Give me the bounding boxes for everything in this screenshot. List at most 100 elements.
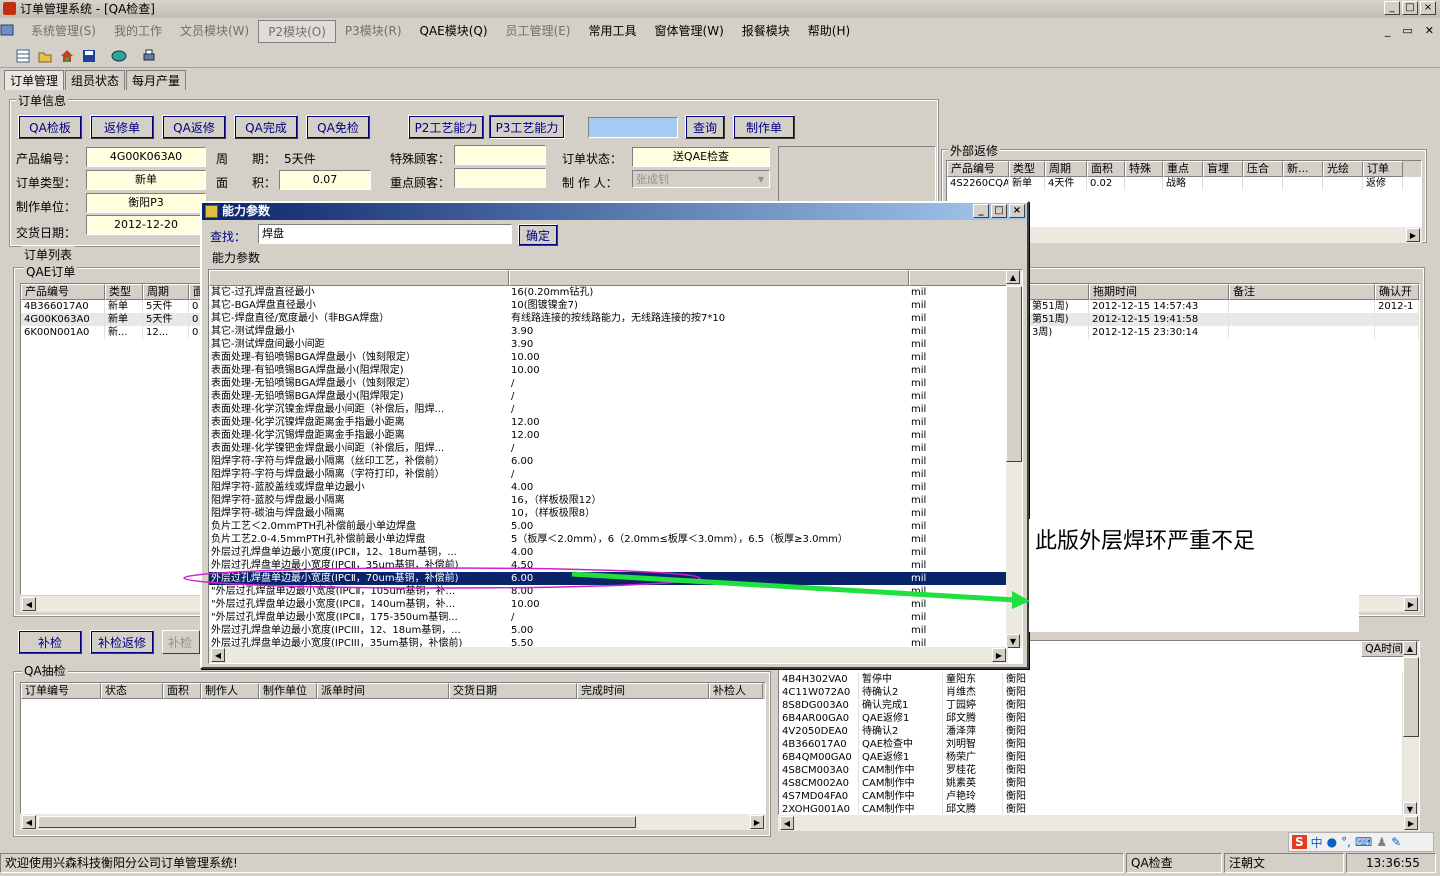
capability-row[interactable]: 其它-测试焊盘间最小间距 3.90 mil: [209, 338, 1022, 351]
qa-sample-col-header[interactable]: 补检人: [709, 683, 763, 699]
recheck-extra-button[interactable]: 补检: [162, 630, 200, 654]
table-row[interactable]: 6K00N001A0 新... 12... 0: [21, 326, 201, 339]
qa-sample-col-header[interactable]: 完成时间: [577, 683, 709, 699]
menu-item-0[interactable]: 系统管理(S): [22, 20, 105, 43]
col-value-header[interactable]: [509, 270, 909, 286]
key-customer-field[interactable]: [454, 168, 546, 188]
ext-col-header[interactable]: 新...: [1283, 161, 1323, 177]
save-icon[interactable]: [80, 47, 98, 65]
tab-member-status[interactable]: 组员状态: [65, 70, 126, 90]
qa-sample-col-header[interactable]: 制作单位: [259, 683, 317, 699]
query-button[interactable]: 查询: [685, 115, 725, 139]
table-row[interactable]: 6B4QM00GA0QAE返修1杨荣广衡阳4: [779, 751, 1414, 764]
table-row[interactable]: 8S8DG003A0确认完成1丁园婷衡阳2: [779, 699, 1414, 712]
capability-row[interactable]: 其它-测试焊盘最小 3.90 mil: [209, 325, 1022, 338]
ime-degree-icon[interactable]: °,: [1341, 835, 1351, 849]
capability-row[interactable]: 负片工艺2.0-4.5mmPTH孔补偿前最小单边焊盘 5（板厚＜2.0mm），6（…: [209, 533, 1022, 546]
table-row[interactable]: 4S8CM003A0CAM制作中罗桂花衡阳2: [779, 764, 1414, 777]
mdi-minimize-button[interactable]: _: [1385, 24, 1391, 37]
table-row[interactable]: 第51周) 2012-12-15 14:57:43 2012-1: [1029, 300, 1419, 313]
table-row[interactable]: 6B4AR00GA0QAE返修1邱文腾衡阳2: [779, 712, 1414, 725]
menu-item-10[interactable]: 帮助(H): [799, 20, 859, 43]
capability-vscroll[interactable]: ▲ ▼: [1006, 270, 1022, 648]
ext-col-header[interactable]: 特殊: [1125, 161, 1163, 177]
unit-field[interactable]: 衡阳P3: [86, 193, 206, 213]
scroll-right-icon[interactable]: ▶: [992, 648, 1006, 662]
dialog-maximize-button[interactable]: □: [991, 204, 1007, 218]
capability-row[interactable]: 表面处理-无铅喷锡BGA焊盘最小(阻焊限定) / mil: [209, 390, 1022, 403]
capability-row[interactable]: 其它-BGA焊盘直径最小 10(图镀镍金7) mil: [209, 299, 1022, 312]
capability-row[interactable]: 其它-过孔焊盘直径最小 16(0.20mm钻孔) mil: [209, 286, 1022, 299]
scroll-left-icon[interactable]: ◀: [780, 816, 794, 830]
make-order-button[interactable]: 制作单: [733, 115, 795, 139]
order-col-header[interactable]: 拖期时间: [1089, 284, 1229, 300]
find-ok-button[interactable]: 确定: [518, 224, 558, 246]
qa-sample-col-header[interactable]: 交货日期: [449, 683, 577, 699]
capability-row[interactable]: 阻焊字符-字符与焊盘最小隔离（字符打印，补偿前） / mil: [209, 468, 1022, 481]
close-button[interactable]: ×: [1420, 1, 1436, 15]
table-row[interactable]: 4S8CM002A0CAM制作中姚素英衡阳2: [779, 777, 1414, 790]
rework-order-button[interactable]: 返修单: [90, 115, 154, 139]
scroll-thumb[interactable]: [1006, 286, 1022, 462]
ime-punct-icon[interactable]: ●: [1327, 835, 1337, 849]
dialog-close-button[interactable]: ×: [1009, 204, 1025, 218]
user-icon[interactable]: ♟: [1376, 835, 1387, 849]
special-customer-field[interactable]: [454, 145, 546, 165]
ime-mode-toggle[interactable]: 中: [1311, 834, 1323, 851]
capability-row[interactable]: 阻焊字符-碳油与焊盘最小隔离 10，（样板极限8） mil: [209, 507, 1022, 520]
capability-row[interactable]: 表面处理-有铅喷锡BGA焊盘最小(阻焊限定) 10.00 mil: [209, 364, 1022, 377]
table-row[interactable]: 第51周) 2012-12-15 19:41:58: [1029, 313, 1419, 326]
capability-row[interactable]: 外层过孔焊盘单边最小宽度(IPCⅡ，12、18um基铜，... 4.00 mil: [209, 546, 1022, 559]
area-field[interactable]: 0.07: [279, 170, 371, 190]
qa-sample-col-header[interactable]: 状态: [101, 683, 163, 699]
open-folder-icon[interactable]: [36, 47, 54, 65]
qa-sample-col-header[interactable]: 派单时间: [317, 683, 449, 699]
qa-sample-scrollbar[interactable]: ◀ ▶: [20, 814, 766, 830]
table-row[interactable]: 2XOHG001A0CAM制作中邱文腾衡阳2: [779, 803, 1414, 814]
ext-col-header[interactable]: 订单: [1363, 161, 1403, 177]
table-row[interactable]: 4S2260CQA0新单4天件0.02 战略 返修: [947, 177, 1421, 190]
scroll-left-icon[interactable]: ◀: [22, 815, 36, 829]
qa-time-header[interactable]: QA时间: [1361, 641, 1405, 657]
order-status-field[interactable]: 送QAE检查: [632, 147, 770, 167]
qa-rework-button[interactable]: QA返修: [162, 115, 226, 139]
capability-row[interactable]: 表面处理-无铅喷锡BGA焊盘最小（蚀刻限定） / mil: [209, 377, 1022, 390]
scroll-right-icon[interactable]: ▶: [750, 815, 764, 829]
menu-item-3[interactable]: P2模块(O): [258, 19, 336, 43]
product-no-field[interactable]: 4G00K063A0: [86, 147, 206, 167]
order-type-field[interactable]: 新单: [86, 170, 206, 190]
col-name-header[interactable]: [209, 270, 509, 286]
menu-item-4[interactable]: P3模块(R): [336, 20, 411, 43]
scroll-right-icon[interactable]: ▶: [1404, 816, 1418, 830]
capability-row[interactable]: "外层过孔焊盘单边最小宽度(IPCⅡ，140um基铜，补... 10.00 mil: [209, 598, 1022, 611]
capability-row[interactable]: 外层过孔焊盘单边最小宽度(IPCⅡ，70um基铜，补偿前) 6.00 mil: [209, 572, 1022, 585]
ext-col-header[interactable]: 压合: [1243, 161, 1283, 177]
ext-col-header[interactable]: 面积: [1087, 161, 1125, 177]
col-unit-header[interactable]: [909, 270, 1007, 286]
scroll-down-icon[interactable]: ▼: [1006, 634, 1020, 648]
qa-sample-col-header[interactable]: 面积: [163, 683, 201, 699]
scroll-up-icon[interactable]: ▲: [1006, 270, 1020, 284]
scroll-thumb[interactable]: [38, 816, 636, 828]
ext-col-header[interactable]: 重点: [1163, 161, 1203, 177]
table-row[interactable]: 4B366017A0QAE检查中刘明智衡阳2: [779, 738, 1414, 751]
menu-item-2[interactable]: 文员模块(W): [171, 20, 258, 43]
delivery-field[interactable]: 2012-12-20: [86, 215, 206, 235]
scroll-right-icon[interactable]: ▶: [1406, 228, 1420, 242]
refresh-icon[interactable]: [110, 47, 128, 65]
order-col-header[interactable]: 确认开: [1375, 284, 1419, 300]
capability-row[interactable]: 表面处理-有铅喷锡BGA焊盘最小（蚀刻限定） 10.00 mil: [209, 351, 1022, 364]
home-icon[interactable]: [58, 47, 76, 65]
ext-col-header[interactable]: 产品编号: [947, 161, 1009, 177]
order-col-header[interactable]: 类型: [105, 284, 143, 300]
ime-logo-icon[interactable]: S: [1292, 835, 1307, 849]
grid-icon[interactable]: [14, 47, 32, 65]
table-row[interactable]: 4V2050DEA0待确认2潘泽萍衡阳2: [779, 725, 1414, 738]
scroll-left-icon[interactable]: ◀: [211, 648, 225, 662]
table-row[interactable]: 4B4H302VA0暂停中童阳东衡阳2: [779, 673, 1414, 686]
chevron-down-icon[interactable]: ▼: [754, 171, 768, 187]
tab-monthly-output[interactable]: 每月产量: [126, 70, 187, 90]
search-input[interactable]: [588, 117, 678, 138]
table-row[interactable]: 4S7MD04FA0CAM制作中卢艳玲衡阳2: [779, 790, 1414, 803]
scroll-left-icon[interactable]: ◀: [22, 597, 36, 611]
